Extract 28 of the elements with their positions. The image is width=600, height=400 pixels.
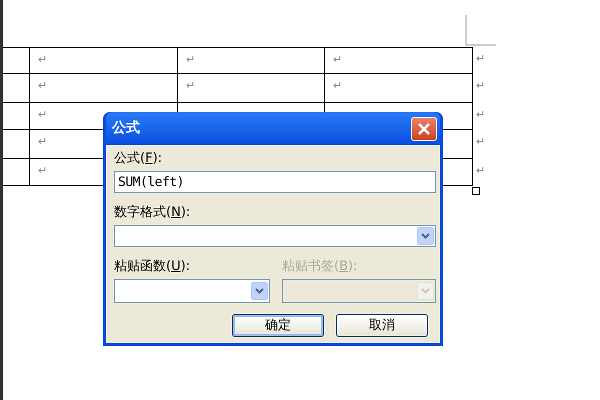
table-resize-handle[interactable]	[472, 187, 480, 195]
window-title: 公式	[112, 119, 140, 138]
row-end-mark: ↵	[475, 51, 486, 67]
row-end-mark: ↵	[475, 163, 486, 179]
field-label: 粘贴函数(U):	[114, 259, 192, 275]
paragraph-mark: ↵	[38, 135, 48, 148]
cancel-button[interactable]: 取消	[336, 314, 428, 337]
paragraph-mark: ↵	[38, 108, 48, 121]
close-button[interactable]	[411, 116, 437, 140]
paragraph-mark: ↵	[186, 53, 196, 66]
dropdown-field[interactable]	[114, 279, 270, 303]
formula-input[interactable]: SUM(left)	[114, 171, 436, 193]
paragraph-mark: ↵	[38, 79, 48, 92]
field-label: 粘贴书签(B):	[282, 259, 358, 275]
paragraph-mark: ↵	[186, 79, 196, 92]
paragraph-mark: ↵	[333, 79, 342, 92]
paragraph-mark: ↵	[333, 53, 342, 66]
dropdown-field[interactable]	[114, 225, 436, 247]
ok-button[interactable]: 确定	[232, 314, 324, 337]
paragraph-mark: ↵	[38, 53, 48, 66]
close-icon	[417, 122, 431, 136]
row-end-mark: ↵	[475, 134, 486, 150]
paragraph-mark: ↵	[38, 164, 48, 177]
field-label: 公式(F):	[114, 151, 164, 167]
row-end-mark: ↵	[475, 107, 486, 123]
text-boundary-corner-icon	[465, 15, 496, 46]
row-end-mark: ↵	[475, 78, 486, 94]
field-label: 数字格式(N):	[114, 205, 192, 221]
